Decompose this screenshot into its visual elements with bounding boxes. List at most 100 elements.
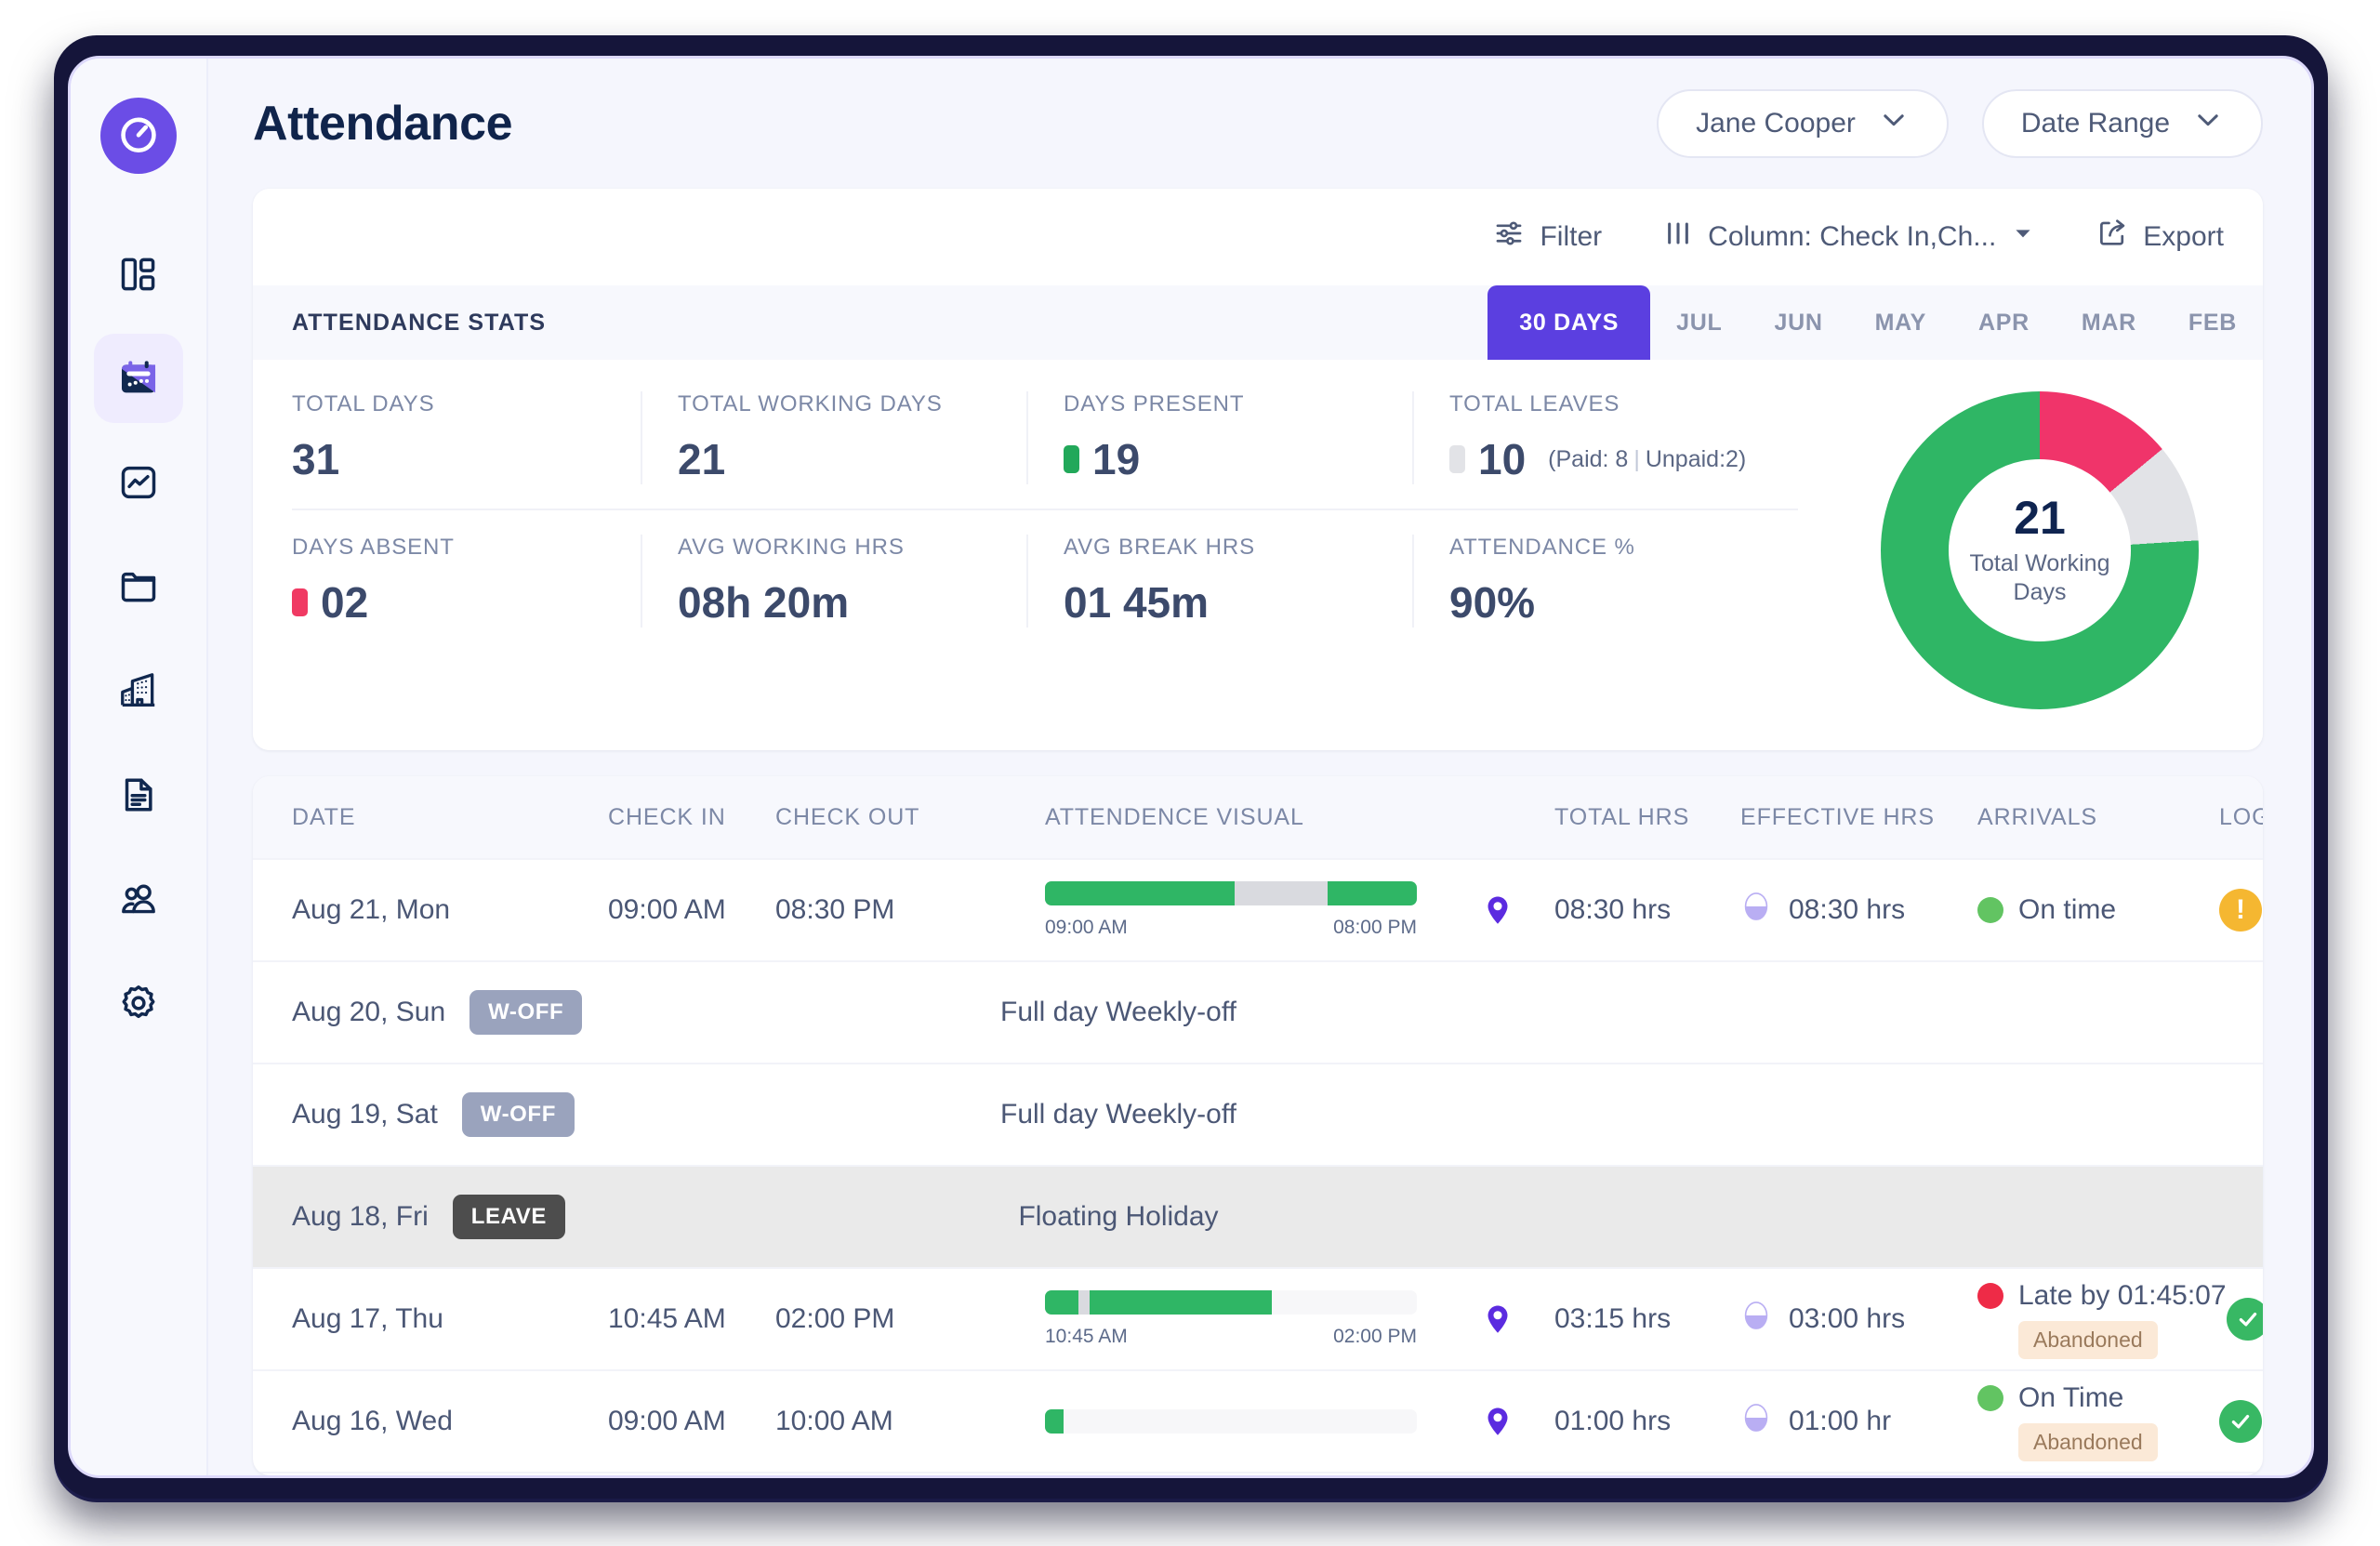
table-row[interactable]: Aug 19, Sat W-OFF Full day Weekly-off bbox=[253, 1064, 2263, 1167]
donut-center-value: 21 bbox=[2014, 492, 2066, 544]
table-header-row: DATE CHECK IN CHECK OUT ATTENDENCE VISUAL TO… bbox=[253, 776, 2263, 860]
filter-label: Filter bbox=[1540, 221, 1603, 252]
stat-number: 08h 20m bbox=[678, 578, 850, 627]
date-range-selector[interactable]: Date Range bbox=[1981, 89, 2263, 158]
attendance-stats-body: TOTAL DAYS 31 TOTAL WORKING DAYS 21 DAYS PRE… bbox=[253, 360, 2263, 750]
export-label: Export bbox=[2143, 221, 2224, 252]
warning-icon[interactable]: ! bbox=[2219, 889, 2262, 932]
stat-number: 01 45m bbox=[1064, 578, 1210, 627]
stat-number: 21 bbox=[678, 435, 726, 483]
stat-number: 19 bbox=[1092, 435, 1141, 483]
cell-effective-hrs: 08:30 hrs bbox=[1740, 889, 1977, 932]
range-tab-apr[interactable]: APR bbox=[1952, 285, 2056, 360]
half-fill-icon bbox=[1740, 889, 1772, 932]
attendance-bar-segment bbox=[1045, 1290, 1078, 1315]
stat-value: 21 bbox=[678, 434, 991, 484]
sidebar-item-people[interactable] bbox=[94, 854, 183, 944]
stat-number: 90% bbox=[1449, 578, 1536, 627]
attendance-bar-segment bbox=[1328, 881, 1417, 905]
half-fill-icon bbox=[1740, 1298, 1772, 1341]
donut-ring: 21 Total Working Days bbox=[1881, 391, 2199, 709]
check-circle-icon[interactable] bbox=[2226, 1298, 2263, 1341]
column-header-date: DATE bbox=[292, 803, 356, 830]
attendance-bar-segment bbox=[1078, 1290, 1090, 1315]
location-pin-icon[interactable] bbox=[1482, 894, 1554, 926]
stat-label: AVG WORKING HRS bbox=[678, 535, 905, 560]
column-header-arrivals: ARRIVALS bbox=[1977, 803, 2098, 830]
stat-total-working-days: TOTAL WORKING DAYS 21 bbox=[642, 391, 1028, 484]
top-bar: Attendance Jane Cooper Date Range bbox=[208, 59, 2311, 189]
location-pin-icon[interactable] bbox=[1482, 1303, 1554, 1335]
donut-center: 21 Total Working Days bbox=[1949, 459, 2131, 641]
status-badge: LEAVE bbox=[452, 1195, 565, 1239]
stat-value: 02 bbox=[292, 577, 605, 628]
location-pin-icon[interactable] bbox=[1482, 1406, 1554, 1437]
filter-button[interactable]: Filter bbox=[1493, 218, 1602, 257]
sidebar-item-attendance[interactable] bbox=[94, 334, 183, 423]
check-circle-icon[interactable] bbox=[2219, 1400, 2262, 1443]
attendance-bar-segment bbox=[1045, 1409, 1064, 1434]
bar-end-time: 08:00 PM bbox=[1333, 917, 1417, 938]
cell-date: Aug 21, Mon bbox=[292, 894, 608, 926]
stat-value: 31 bbox=[292, 434, 605, 484]
attendance-bar-segment bbox=[1045, 881, 1235, 905]
stat-value: 01 45m bbox=[1064, 577, 1377, 628]
sidebar-item-settings[interactable] bbox=[94, 958, 183, 1048]
attendance-stats-header: ATTENDANCE STATS 30 DAYS JUL JUN MAY APR MAR F… bbox=[253, 285, 2263, 360]
range-tab-feb[interactable]: FEB bbox=[2162, 285, 2263, 360]
stat-suffix: (Paid: 8 | Unpaid:2) bbox=[1548, 445, 1747, 472]
range-tab-mar[interactable]: MAR bbox=[2056, 285, 2162, 360]
stats-row-1: TOTAL DAYS 31 TOTAL WORKING DAYS 21 DAYS PRE… bbox=[292, 391, 1798, 510]
attendance-bar-segment bbox=[1090, 1290, 1272, 1315]
range-tabs: 30 DAYS JUL JUN MAY APR MAR FEB bbox=[1488, 285, 2263, 360]
effective-hrs-text: 03:00 hrs bbox=[1789, 1303, 1906, 1334]
table-row[interactable]: Aug 16, Wed 09:00 AM 10:00 AM 01:00 hrs 01:0… bbox=[253, 1371, 2263, 1473]
app-logo[interactable] bbox=[100, 98, 177, 174]
sidebar-item-company[interactable] bbox=[94, 646, 183, 735]
column-header-log: LOG bbox=[2219, 803, 2263, 830]
cell-arrivals: On time bbox=[1977, 894, 2219, 926]
column-header-attendence-visual: ATTENDENCE VISUAL bbox=[1045, 803, 1304, 830]
table-row[interactable]: Aug 17, Thu 10:45 AM 02:00 PM 10:45 AM 02:00… bbox=[253, 1269, 2263, 1371]
table-row[interactable]: Aug 20, Sun W-OFF Full day Weekly-off bbox=[253, 962, 2263, 1064]
attendance-bar-times: 09:00 AM 08:00 PM bbox=[1045, 917, 1417, 939]
arrival-status-text: On time bbox=[2018, 894, 2117, 925]
columns-icon bbox=[1663, 218, 1693, 256]
date-text: Aug 19, Sat bbox=[292, 1099, 438, 1130]
table-row[interactable]: Aug 18, Fri LEAVE Floating Holiday bbox=[253, 1167, 2263, 1269]
column-header-effective-hrs: EFFECTIVE HRS bbox=[1740, 803, 1935, 830]
sidebar-item-files[interactable] bbox=[94, 542, 183, 631]
status-badge: W-OFF bbox=[461, 1092, 575, 1137]
cell-total-hrs: 01:00 hrs bbox=[1554, 1406, 1672, 1436]
column-header-check-in: CHECK IN bbox=[608, 803, 726, 830]
stats-grid: TOTAL DAYS 31 TOTAL WORKING DAYS 21 DAYS PRE… bbox=[253, 391, 1817, 709]
arrival-status-text: On Time bbox=[2018, 1381, 2124, 1413]
table-row[interactable]: Aug 21, Mon 09:00 AM 08:30 PM 09:00 AM 08:00… bbox=[253, 860, 2263, 962]
stat-total-leaves: TOTAL LEAVES 10 (Paid: 8 | Unpaid:2) bbox=[1414, 391, 1798, 484]
sidebar-item-analytics[interactable] bbox=[94, 438, 183, 527]
employee-selector[interactable]: Jane Cooper bbox=[1657, 89, 1949, 158]
range-tab-jul[interactable]: JUL bbox=[1650, 285, 1748, 360]
app-screen: Attendance Jane Cooper Date Range Filter… bbox=[68, 56, 2314, 1478]
table-body: Aug 21, Mon 09:00 AM 08:30 PM 09:00 AM 08:00… bbox=[253, 860, 2263, 1473]
column-selector[interactable]: Column: Check In,Ch... bbox=[1663, 218, 2035, 256]
attendance-bar-times: 10:45 AM 02:00 PM bbox=[1045, 1326, 1417, 1348]
cell-date: Aug 18, Fri LEAVE bbox=[292, 1195, 608, 1239]
range-tab-jun[interactable]: JUN bbox=[1748, 285, 1848, 360]
donut-center-caption: Total Working Days bbox=[1969, 550, 2110, 605]
cell-date: Aug 17, Thu bbox=[292, 1303, 608, 1335]
cell-arrivals: On Time Abandoned bbox=[1977, 1382, 2219, 1461]
sidebar-item-documents[interactable] bbox=[94, 750, 183, 839]
export-button[interactable]: Export bbox=[2096, 218, 2224, 257]
cell-log: ! bbox=[2219, 889, 2263, 932]
cell-arrivals: Late by 01:45:07 Abandoned bbox=[1977, 1280, 2227, 1359]
off-day-message: Full day Weekly-off bbox=[1000, 997, 1236, 1027]
arrival-status-dot bbox=[1977, 897, 2003, 923]
stat-number: 31 bbox=[292, 435, 340, 483]
range-tab-30-days[interactable]: 30 DAYS bbox=[1488, 285, 1651, 360]
sidebar-item-dashboard[interactable] bbox=[94, 230, 183, 319]
bar-start-time: 10:45 AM bbox=[1045, 1326, 1128, 1347]
building-icon bbox=[118, 670, 159, 711]
cell-check-out: 10:00 AM bbox=[775, 1406, 893, 1436]
range-tab-may[interactable]: MAY bbox=[1849, 285, 1952, 360]
